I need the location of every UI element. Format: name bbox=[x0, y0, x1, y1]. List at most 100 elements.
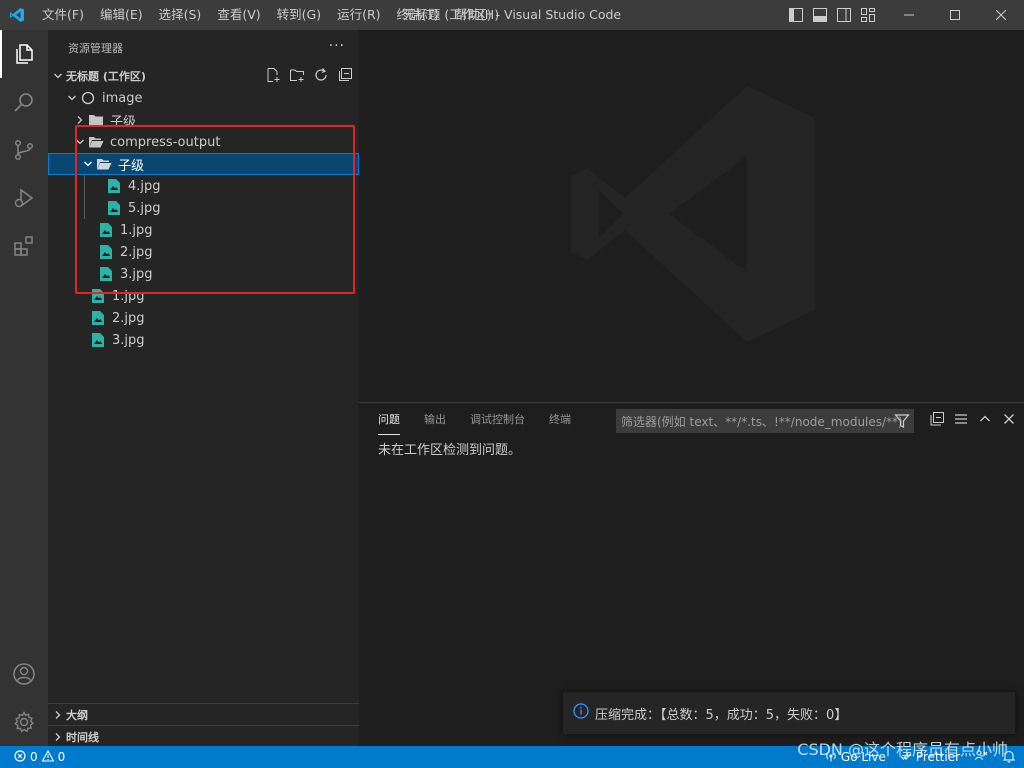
view-as-list-icon[interactable] bbox=[954, 412, 968, 430]
tree-label: 1.jpg bbox=[120, 222, 153, 238]
workspace-header[interactable]: 无标题 (工作区) bbox=[48, 65, 359, 87]
toggle-panel-icon[interactable] bbox=[812, 7, 828, 23]
tree-label: image bbox=[102, 90, 143, 106]
tree-label: 1.jpg bbox=[112, 288, 145, 304]
menu-file[interactable]: 文件(F) bbox=[34, 0, 92, 30]
tree-label: 4.jpg bbox=[128, 178, 161, 194]
panel-tabs: 问题 输出 调试控制台 终端 bbox=[378, 411, 571, 435]
minimize-button[interactable] bbox=[886, 0, 932, 30]
search-icon[interactable] bbox=[0, 78, 48, 126]
accounts-icon[interactable] bbox=[0, 650, 48, 698]
image-file-icon bbox=[90, 288, 106, 304]
tree-file-2jpg-inner[interactable]: 2.jpg bbox=[48, 241, 359, 263]
more-actions-icon[interactable]: ··· bbox=[329, 38, 345, 54]
problems-filter-input[interactable]: 筛选器(例如 text、**/*.ts、!**/node_modules/**) bbox=[616, 409, 914, 433]
vscode-logo-icon bbox=[0, 0, 34, 30]
tree-file-5jpg[interactable]: 5.jpg bbox=[48, 197, 359, 219]
no-problems-message: 未在工作区检测到问题。 bbox=[378, 443, 522, 458]
notification-text: 压缩完成：【总数：5，成功：5，失败：0】 bbox=[595, 707, 848, 723]
tab-output[interactable]: 输出 bbox=[424, 411, 446, 435]
chevron-down-icon bbox=[80, 156, 96, 172]
image-file-icon bbox=[90, 332, 106, 348]
csdn-watermark: CSDN @这个程序员有点小帅 bbox=[797, 740, 1008, 759]
chevron-down-icon bbox=[72, 134, 88, 150]
notification-toast[interactable]: 压缩完成：【总数：5，成功：5，失败：0】 bbox=[563, 692, 1015, 734]
toggle-primary-sidebar-icon[interactable] bbox=[788, 7, 804, 23]
toggle-secondary-sidebar-icon[interactable] bbox=[836, 7, 852, 23]
tree-file-1jpg[interactable]: 1.jpg bbox=[48, 285, 359, 307]
tree-file-1jpg-inner[interactable]: 1.jpg bbox=[48, 219, 359, 241]
chevron-right-icon bbox=[50, 707, 66, 723]
refresh-icon[interactable] bbox=[313, 67, 329, 86]
tree-label: 3.jpg bbox=[112, 332, 145, 348]
error-icon bbox=[14, 749, 26, 765]
workspace-actions bbox=[265, 67, 353, 86]
menu-bar: 文件(F) 编辑(E) 选择(S) 查看(V) 转到(G) 运行(R) 终端(T… bbox=[34, 0, 507, 30]
menu-edit[interactable]: 编辑(E) bbox=[92, 0, 151, 30]
image-file-icon bbox=[106, 178, 122, 194]
activity-bar bbox=[0, 30, 48, 746]
layout-controls bbox=[788, 0, 876, 30]
chevron-right-icon bbox=[72, 112, 88, 128]
menu-view[interactable]: 查看(V) bbox=[209, 0, 268, 30]
menu-run[interactable]: 运行(R) bbox=[329, 0, 388, 30]
image-file-icon bbox=[98, 222, 114, 238]
folder-icon bbox=[88, 112, 104, 128]
tab-problems[interactable]: 问题 bbox=[378, 411, 400, 435]
tab-terminal[interactable]: 终端 bbox=[549, 411, 571, 435]
filter-icon[interactable] bbox=[894, 413, 910, 432]
tree-file-3jpg-inner[interactable]: 3.jpg bbox=[48, 263, 359, 285]
tab-debug-console[interactable]: 调试控制台 bbox=[470, 411, 525, 435]
timeline-section[interactable]: 时间线 bbox=[48, 725, 359, 747]
extensions-icon[interactable] bbox=[0, 222, 48, 270]
tree-root-image[interactable]: image bbox=[48, 87, 359, 109]
workspace-name: 无标题 (工作区) bbox=[66, 70, 146, 83]
tree-label: 子级 bbox=[118, 158, 145, 174]
tree-file-4jpg[interactable]: 4.jpg bbox=[48, 175, 359, 197]
vscode-watermark-logo-icon bbox=[565, 86, 821, 346]
close-panel-icon[interactable] bbox=[1002, 412, 1016, 430]
tree-file-2jpg[interactable]: 2.jpg bbox=[48, 307, 359, 329]
source-control-icon[interactable] bbox=[0, 126, 48, 174]
image-file-icon bbox=[98, 266, 114, 282]
menu-go[interactable]: 转到(G) bbox=[269, 0, 329, 30]
collapse-all-icon[interactable] bbox=[930, 412, 944, 430]
problems-status[interactable]: 0 0 bbox=[0, 749, 65, 765]
settings-gear-icon[interactable] bbox=[0, 698, 48, 746]
menu-help[interactable]: 帮助(H) bbox=[447, 0, 507, 30]
folder-open-icon bbox=[96, 156, 112, 172]
title-bar: 文件(F) 编辑(E) 选择(S) 查看(V) 转到(G) 运行(R) 终端(T… bbox=[0, 0, 1024, 30]
collapse-all-icon[interactable] bbox=[337, 67, 353, 86]
run-debug-icon[interactable] bbox=[0, 174, 48, 222]
tree-folder-child-selected[interactable]: 子级 bbox=[48, 153, 359, 175]
filter-placeholder: 筛选器(例如 text、**/*.ts、!**/node_modules/**) bbox=[621, 414, 903, 429]
tree-label: 子级 bbox=[110, 114, 137, 130]
root-folder-circle-icon bbox=[80, 90, 96, 106]
info-icon bbox=[573, 703, 589, 723]
editor-area bbox=[359, 30, 1024, 402]
close-window-button[interactable] bbox=[978, 0, 1024, 30]
menu-selection[interactable]: 选择(S) bbox=[151, 0, 210, 30]
new-folder-icon[interactable] bbox=[289, 67, 305, 86]
tree-file-3jpg[interactable]: 3.jpg bbox=[48, 329, 359, 351]
tree-label: 2.jpg bbox=[120, 244, 153, 260]
outline-section[interactable]: 大纲 bbox=[48, 703, 359, 725]
new-file-icon[interactable] bbox=[265, 67, 281, 86]
customize-layout-icon[interactable] bbox=[860, 7, 876, 23]
window-controls bbox=[886, 0, 1024, 30]
sidebar-header: 资源管理器 ··· bbox=[48, 30, 359, 65]
panel-actions bbox=[930, 412, 1016, 430]
maximize-button[interactable] bbox=[932, 0, 978, 30]
tree-label: 2.jpg bbox=[112, 310, 145, 326]
explorer-sidebar: 资源管理器 ··· 无标题 (工作区) image 子级 compress-ou… bbox=[48, 30, 359, 746]
maximize-panel-icon[interactable] bbox=[978, 412, 992, 430]
warning-icon bbox=[41, 749, 55, 765]
tree-folder-compress-output[interactable]: compress-output bbox=[48, 131, 359, 153]
error-count: 0 bbox=[30, 750, 38, 764]
menu-terminal[interactable]: 终端(T) bbox=[389, 0, 447, 30]
image-file-icon bbox=[106, 200, 122, 216]
explorer-icon[interactable] bbox=[0, 30, 48, 78]
tree-folder-child[interactable]: 子级 bbox=[48, 109, 359, 131]
chevron-right-icon bbox=[50, 729, 66, 745]
folder-open-icon bbox=[88, 134, 104, 150]
